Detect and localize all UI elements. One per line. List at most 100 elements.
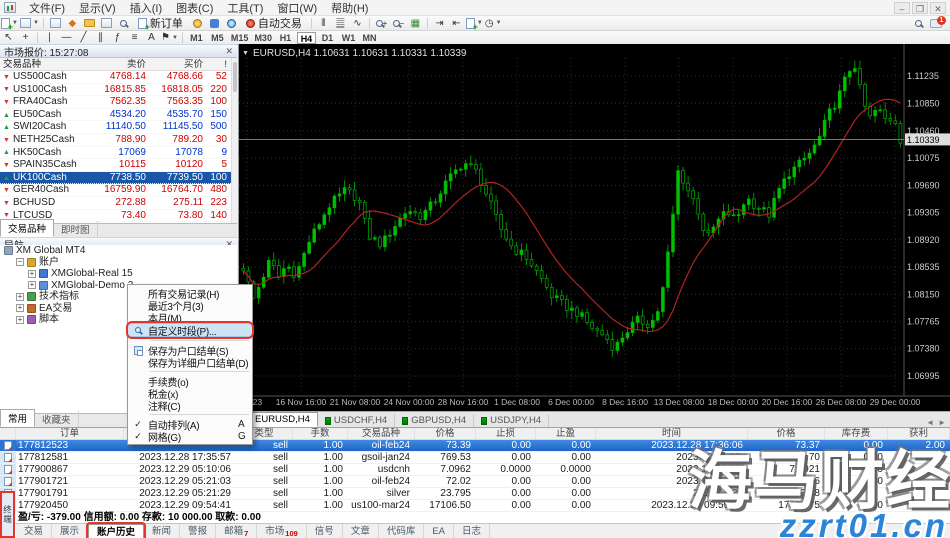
timeframe-h1[interactable]: H1 xyxy=(276,32,295,44)
chart-tabs-scroll-arrows[interactable]: ◄► xyxy=(926,418,950,427)
vertical-line-tool-icon[interactable]: | xyxy=(42,31,57,44)
tree-expand-icon[interactable]: + xyxy=(28,281,36,289)
trendline-tool-icon[interactable]: ╱ xyxy=(76,31,91,44)
new-chart-button[interactable]: ▼ xyxy=(1,17,18,30)
chart-shift-icon[interactable]: ⇤ xyxy=(449,17,464,30)
timeframe-d1[interactable]: D1 xyxy=(318,32,337,44)
terminal-side-tab[interactable]: 终端 xyxy=(0,491,15,538)
terminal-tab-邮箱[interactable]: 邮箱7 xyxy=(216,524,257,538)
market-watch-row[interactable]: ▼BCHUSD272.88275.11223 xyxy=(0,197,231,210)
menu-item-M[interactable]: 本月(M) xyxy=(128,311,252,323)
search-icon[interactable] xyxy=(915,20,922,27)
tree-expand-icon[interactable]: + xyxy=(16,316,24,324)
terminal-tab-文章[interactable]: 文章 xyxy=(343,524,379,538)
market-watch-toggle[interactable] xyxy=(48,17,63,30)
timeframe-mn[interactable]: MN xyxy=(360,32,379,44)
terminal-tab-市场[interactable]: 市场109 xyxy=(257,524,307,538)
terminal-tab-账户历史[interactable]: 账户历史 xyxy=(88,524,144,538)
tree-expand-icon[interactable]: + xyxy=(16,304,24,312)
zoom-in-icon[interactable]: + xyxy=(374,17,389,30)
web-icon[interactable] xyxy=(224,17,239,30)
timeframe-m15[interactable]: M15 xyxy=(229,32,251,44)
timeframe-m1[interactable]: M1 xyxy=(187,32,206,44)
menu-item-D[interactable]: 保存为详细户口结单(D) xyxy=(128,356,252,368)
market-watch-row[interactable]: ▼SPAIN35Cash10115101205 xyxy=(0,159,231,172)
market-watch-row[interactable]: ▼NETH25Cash788.90789.2030 xyxy=(0,134,231,147)
terminal-tab-展示[interactable]: 展示 xyxy=(52,524,88,538)
chart-tab-GBPUSDH4[interactable]: GBPUSD,H4 xyxy=(395,414,474,427)
terminal-tab-代码库[interactable]: 代码库 xyxy=(379,524,425,538)
market-watch-row[interactable]: ▼GER40Cash16759.9016764.70480 xyxy=(0,184,231,197)
timeframe-m5[interactable]: M5 xyxy=(208,32,227,44)
menubar-item[interactable]: 帮助(H) xyxy=(324,2,375,16)
chart-area[interactable]: 1.112351.108501.104601.100751.096901.093… xyxy=(238,44,950,411)
menu-item-P[interactable]: 自定义时段(P)... xyxy=(128,323,252,337)
market-watch-row[interactable]: ▲EU50Cash4534.204535.70150 xyxy=(0,109,231,122)
market-watch-tab-即时图[interactable]: 即时图 xyxy=(54,221,98,237)
data-window-toggle[interactable]: ◆ xyxy=(65,17,80,30)
horizontal-line-tool-icon[interactable]: — xyxy=(59,31,74,44)
navigator-toggle[interactable] xyxy=(82,17,97,30)
minimize-button[interactable]: – xyxy=(894,2,910,14)
profiles-button[interactable]: ▼ xyxy=(20,17,39,30)
metaeditor-icon[interactable] xyxy=(190,17,205,30)
autotrading-button[interactable]: 自动交易 xyxy=(240,17,308,30)
text-tool-icon[interactable]: A xyxy=(144,31,159,44)
strategy-tester-toggle[interactable] xyxy=(116,17,131,30)
tree-expand-icon[interactable]: + xyxy=(28,270,36,278)
candlestick-mode-icon[interactable]: 𝄛 xyxy=(333,17,348,30)
new-order-button[interactable]: 新订单 xyxy=(132,17,189,30)
chart-tab-USDCHFH4[interactable]: USDCHF,H4 xyxy=(318,414,395,427)
navigator-tab-收藏夹[interactable]: 收藏夹 xyxy=(35,411,79,427)
market-watch-row[interactable]: ▼FRA40Cash7562.357563.35100 xyxy=(0,96,231,109)
scroll-right-icon[interactable]: ► xyxy=(938,418,946,427)
tile-windows-icon[interactable]: ▦ xyxy=(408,17,423,30)
chart-tab-USDJPYH4[interactable]: USDJPY,H4 xyxy=(474,414,549,427)
indicators-button[interactable]: ▼ xyxy=(466,17,483,30)
tree-item-account-real[interactable]: +XMGlobal-Real 15 xyxy=(0,268,237,280)
cursor-tool-icon[interactable]: ↖ xyxy=(1,31,16,44)
restore-button[interactable]: ❒ xyxy=(912,2,928,14)
menubar-item[interactable]: 图表(C) xyxy=(169,2,220,16)
menubar-item[interactable]: 文件(F) xyxy=(22,2,72,16)
channel-tool-icon[interactable]: ∥ xyxy=(93,31,108,44)
bar-chart-mode-icon[interactable]: ⫴ xyxy=(316,17,331,30)
terminal-tab-新闻[interactable]: 新闻 xyxy=(144,524,180,538)
market-watch-tab-交易品种[interactable]: 交易品种 xyxy=(0,219,54,237)
tree-item-platform[interactable]: XM Global MT4 xyxy=(0,245,237,257)
periods-button[interactable]: ◷▼ xyxy=(485,17,502,30)
terminal-tab-信号[interactable]: 信号 xyxy=(307,524,343,538)
menubar-item[interactable]: 窗口(W) xyxy=(270,2,324,16)
market-watch-row[interactable]: ▼US100Cash16815.8516818.05220 xyxy=(0,84,231,97)
navigator-tab-常用[interactable]: 常用 xyxy=(0,409,35,427)
menubar-item[interactable]: 插入(I) xyxy=(123,2,169,16)
market-watch-close-icon[interactable]: ✕ xyxy=(225,46,233,57)
menubar-item[interactable]: 工具(T) xyxy=(220,2,270,16)
timeframe-m30[interactable]: M30 xyxy=(252,32,274,44)
line-chart-mode-icon[interactable]: ∿ xyxy=(350,17,365,30)
tree-expand-icon[interactable]: + xyxy=(16,293,24,301)
terminal-tab-EA[interactable]: EA xyxy=(424,524,454,538)
notifications-icon[interactable]: 1 xyxy=(930,19,942,28)
scroll-left-icon[interactable]: ◄ xyxy=(926,418,934,427)
market-watch-row[interactable]: ▲UK100Cash7738.507739.50100 xyxy=(0,172,231,185)
zoom-out-icon[interactable]: − xyxy=(391,17,406,30)
timeframe-w1[interactable]: W1 xyxy=(339,32,358,44)
market-watch-row[interactable]: ▼US500Cash4768.144768.6652 xyxy=(0,71,231,84)
market-watch-scrollbar[interactable] xyxy=(231,58,237,223)
terminal-toggle[interactable] xyxy=(99,17,114,30)
crosshair-tool-icon[interactable]: + xyxy=(18,31,33,44)
market-watch-row[interactable]: ▲SWI20Cash11140.5011145.50500 xyxy=(0,121,231,134)
tree-expand-icon[interactable]: − xyxy=(16,258,24,266)
menu-item-C[interactable]: 注释(C) xyxy=(128,399,252,411)
arrows-tool-icon[interactable]: ⚑▼ xyxy=(161,31,178,44)
tree-item-accounts[interactable]: −账户 xyxy=(0,257,237,269)
close-button[interactable]: ✕ xyxy=(930,2,946,14)
menu-item-G[interactable]: ✓网格(G)G xyxy=(128,430,252,442)
fibonacci-tool-icon[interactable]: ƒ xyxy=(110,31,125,44)
lines-tool-icon[interactable]: ≡ xyxy=(127,31,142,44)
terminal-tab-日志[interactable]: 日志 xyxy=(454,524,490,538)
auto-scroll-icon[interactable]: ⇥ xyxy=(432,17,447,30)
timeframe-h4[interactable]: H4 xyxy=(297,32,316,44)
terminal-tab-交易[interactable]: 交易 xyxy=(16,524,52,538)
